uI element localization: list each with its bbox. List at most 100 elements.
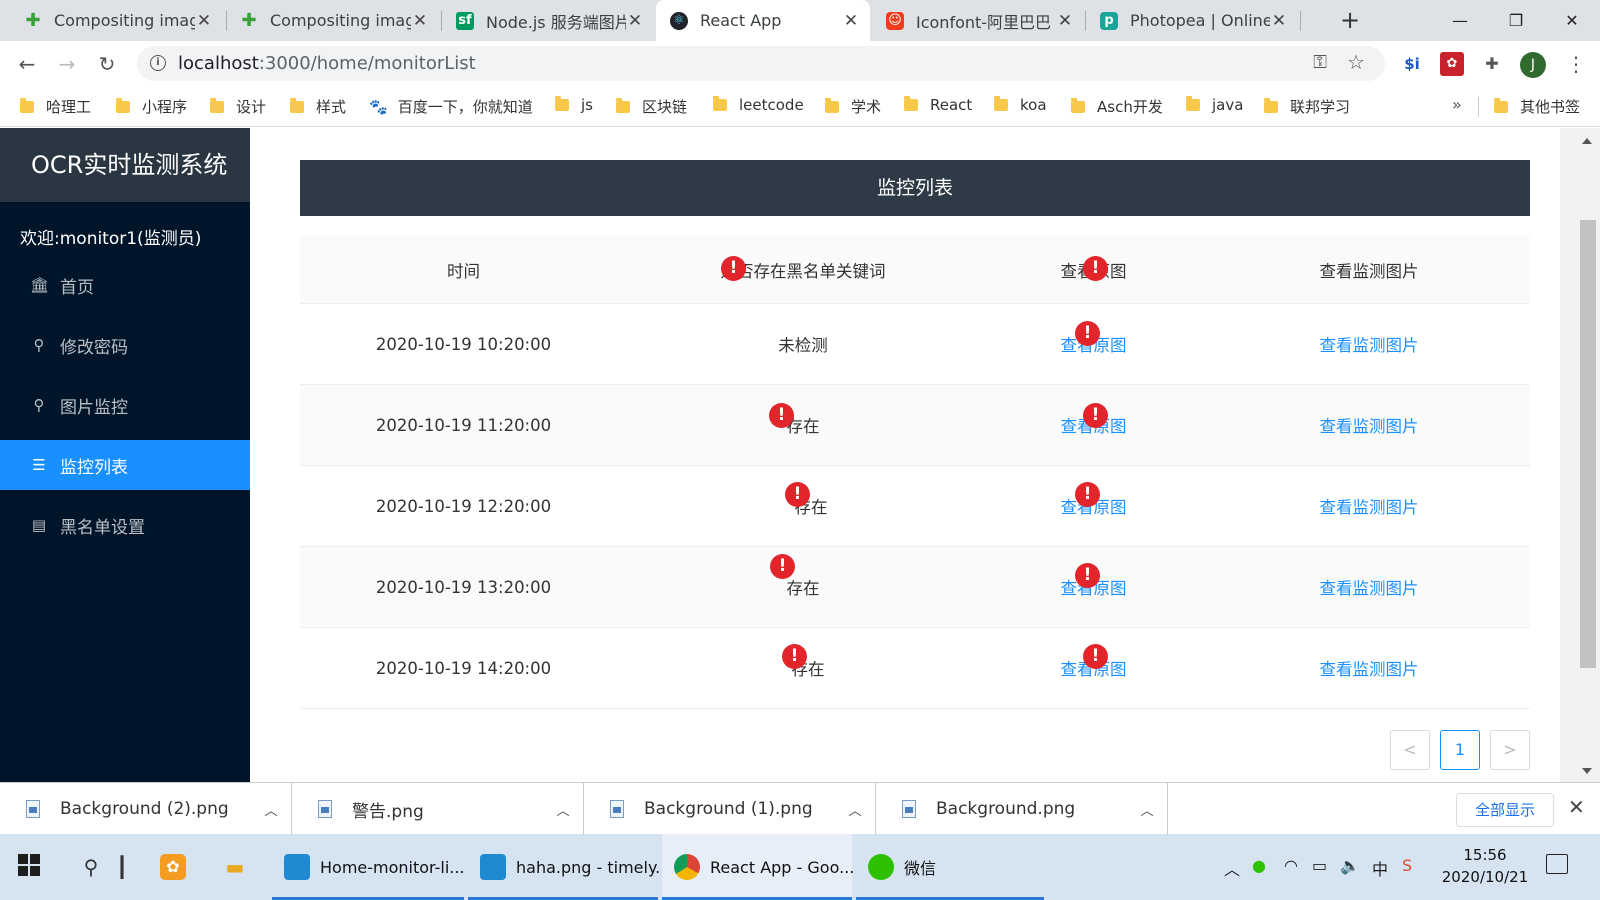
bookmark-star-icon[interactable]: ☆ bbox=[1347, 50, 1365, 74]
browser-tab-5[interactable]: ☺ Iconfont-阿里巴巴 ✕ bbox=[872, 0, 1084, 41]
bookmark-item[interactable]: Asch开发 bbox=[1071, 96, 1163, 117]
profile-avatar[interactable]: J bbox=[1520, 52, 1546, 78]
close-tab-icon[interactable]: ✕ bbox=[842, 11, 860, 31]
volume-icon[interactable]: 🔈 bbox=[1340, 856, 1360, 875]
reload-button[interactable]: ↻ bbox=[93, 50, 121, 78]
key-icon[interactable]: ⚿ bbox=[1313, 52, 1327, 73]
browser-tab-4-active[interactable]: ⚛ React App ✕ bbox=[656, 0, 870, 41]
extension-app-icon[interactable]: ✿ bbox=[1440, 52, 1464, 76]
app-launcher-icon[interactable]: ✿ bbox=[160, 854, 186, 880]
view-monitored-link[interactable]: 查看监测图片 bbox=[1320, 417, 1419, 436]
view-monitored-link[interactable]: 查看监测图片 bbox=[1320, 579, 1419, 598]
bookmark-item[interactable]: 联邦学习 bbox=[1264, 96, 1350, 117]
tray-overflow-chevron-icon[interactable]: ︿ bbox=[1224, 856, 1240, 880]
bookmark-item[interactable]: 哈理工 bbox=[20, 96, 91, 117]
chevron-up-icon[interactable]: ︿ bbox=[543, 800, 583, 819]
close-tab-icon[interactable]: ✕ bbox=[1270, 11, 1288, 31]
bookmark-item[interactable]: 小程序 bbox=[116, 96, 187, 117]
wifi-icon[interactable]: ◠ bbox=[1284, 856, 1298, 875]
close-shelf-icon[interactable]: ✕ bbox=[1568, 795, 1585, 819]
system-clock[interactable]: 15:56 2020/10/21 bbox=[1440, 844, 1530, 888]
download-item[interactable]: Background (2).png ︿ bbox=[0, 783, 292, 835]
download-item[interactable]: 警告.png ︿ bbox=[292, 783, 584, 835]
menu-item-label: 修改密码 bbox=[60, 337, 128, 358]
bookmark-item[interactable]: 🐾 百度一下，你就知道 bbox=[369, 96, 533, 117]
scroll-up-arrow-icon[interactable] bbox=[1582, 138, 1592, 144]
alert-icon: ! bbox=[785, 482, 810, 507]
menu-item-monitor-list[interactable]: ☰ 监控列表 bbox=[0, 440, 250, 490]
bookmark-item[interactable]: js bbox=[555, 96, 593, 114]
file-explorer-icon[interactable]: ▬ bbox=[222, 854, 248, 880]
pagination-page-1[interactable]: 1 bbox=[1440, 730, 1480, 770]
download-filename: Background.png bbox=[936, 799, 1076, 819]
new-tab-button[interactable]: + bbox=[1336, 7, 1364, 35]
address-bar[interactable]: i localhost:3000/home/monitorList ⚿ ☆ bbox=[137, 46, 1385, 81]
bookmark-item[interactable]: koa bbox=[994, 96, 1047, 114]
pagination-prev-button[interactable]: < bbox=[1390, 730, 1430, 770]
close-tab-icon[interactable]: ✕ bbox=[411, 11, 429, 31]
windows-start-icon[interactable] bbox=[18, 854, 40, 876]
close-tab-icon[interactable]: ✕ bbox=[195, 11, 213, 31]
extension-si-icon[interactable]: $i bbox=[1400, 52, 1424, 76]
forward-button[interactable]: → bbox=[53, 50, 81, 78]
menu-item-image-monitor[interactable]: ⚲ 图片监控 bbox=[0, 380, 250, 430]
pagination-next-button[interactable]: > bbox=[1490, 730, 1530, 770]
chevron-up-icon[interactable]: ︿ bbox=[835, 800, 875, 819]
notification-center-icon[interactable] bbox=[1546, 854, 1568, 874]
more-bookmarks-button[interactable]: » bbox=[1452, 95, 1462, 114]
scroll-down-arrow-icon[interactable] bbox=[1582, 768, 1592, 774]
wechat-tray-icon[interactable]: ● bbox=[1252, 856, 1266, 875]
folder-icon bbox=[1071, 97, 1085, 113]
folder-icon bbox=[290, 97, 304, 113]
table-row: 2020-10-19 12:20:00 存在! 查看原图! 查看监测图片 bbox=[300, 466, 1530, 547]
browser-tab-3[interactable]: sf Node.js 服务端图片 ✕ bbox=[442, 0, 654, 41]
chevron-up-icon[interactable]: ︿ bbox=[1127, 800, 1167, 819]
info-icon[interactable]: i bbox=[150, 55, 166, 71]
download-item[interactable]: Background.png ︿ bbox=[876, 783, 1168, 835]
url-text[interactable]: localhost:3000/home/monitorList bbox=[178, 53, 476, 74]
download-item[interactable]: Background (1).png ︿ bbox=[584, 783, 876, 835]
ime-indicator[interactable]: 中 bbox=[1372, 856, 1388, 880]
menu-item-home[interactable]: 🏛 首页 bbox=[0, 260, 250, 310]
other-bookmarks-folder[interactable]: 其他书签 bbox=[1494, 96, 1580, 117]
battery-icon[interactable]: ▭ bbox=[1312, 856, 1327, 875]
menu-item-blacklist-settings[interactable]: ▤ 黑名单设置 bbox=[0, 500, 250, 550]
taskbar-app-wechat[interactable]: 微信 bbox=[856, 834, 1044, 900]
close-tab-icon[interactable]: ✕ bbox=[1056, 11, 1074, 31]
browser-tab-6[interactable]: p Photopea | Online ✕ bbox=[1086, 0, 1298, 41]
extensions-puzzle-icon[interactable]: ✚ bbox=[1480, 52, 1504, 76]
scrollbar-thumb[interactable] bbox=[1580, 220, 1596, 668]
bookmark-item[interactable]: 区块链 bbox=[616, 96, 687, 117]
download-shelf: Background (2).png ︿ 警告.png ︿ Background (… bbox=[0, 782, 1600, 835]
close-window-button[interactable]: ✕ bbox=[1544, 0, 1600, 41]
chevron-up-icon[interactable]: ︿ bbox=[251, 800, 291, 819]
bookmark-item[interactable]: React bbox=[904, 96, 972, 114]
view-monitored-link[interactable]: 查看监测图片 bbox=[1320, 336, 1419, 355]
menu-item-change-password[interactable]: ⚲ 修改密码 bbox=[0, 320, 250, 370]
show-all-downloads-button[interactable]: 全部显示 bbox=[1456, 793, 1554, 827]
alert-icon: ! bbox=[769, 403, 794, 428]
close-tab-icon[interactable]: ✕ bbox=[626, 11, 644, 31]
task-view-icon[interactable]: ┃ bbox=[116, 854, 128, 880]
bookmark-label: 学术 bbox=[851, 98, 882, 116]
bookmark-item[interactable]: leetcode bbox=[713, 96, 804, 114]
browser-menu-icon[interactable]: ⋮ bbox=[1566, 51, 1586, 77]
taskbar-app-chrome[interactable]: React App - Goo... bbox=[662, 834, 854, 900]
taskbar-app-vscode-1[interactable]: Home-monitor-li... bbox=[272, 834, 465, 900]
view-monitored-link[interactable]: 查看监测图片 bbox=[1320, 660, 1419, 679]
taskbar-app-label: haha.png - timely... bbox=[516, 857, 671, 877]
bookmark-item[interactable]: 样式 bbox=[290, 96, 346, 117]
browser-tab-2[interactable]: ✚ Compositing image ✕ bbox=[226, 0, 439, 41]
browser-tab-1[interactable]: ✚ Compositing image ✕ bbox=[10, 0, 223, 41]
bookmark-item[interactable]: java bbox=[1186, 96, 1243, 114]
sogou-ime-icon[interactable]: S bbox=[1402, 856, 1412, 875]
view-monitored-link[interactable]: 查看监测图片 bbox=[1320, 498, 1419, 517]
bookmark-item[interactable]: 设计 bbox=[210, 96, 266, 117]
restore-button[interactable]: ❐ bbox=[1488, 0, 1544, 41]
bookmark-item[interactable]: 学术 bbox=[825, 96, 881, 117]
back-button[interactable]: ← bbox=[13, 50, 41, 78]
page-scrollbar[interactable] bbox=[1560, 128, 1600, 782]
minimize-button[interactable]: — bbox=[1432, 0, 1488, 41]
search-icon[interactable]: ⚲ bbox=[78, 854, 104, 880]
taskbar-app-vscode-2[interactable]: haha.png - timely... bbox=[468, 834, 670, 900]
